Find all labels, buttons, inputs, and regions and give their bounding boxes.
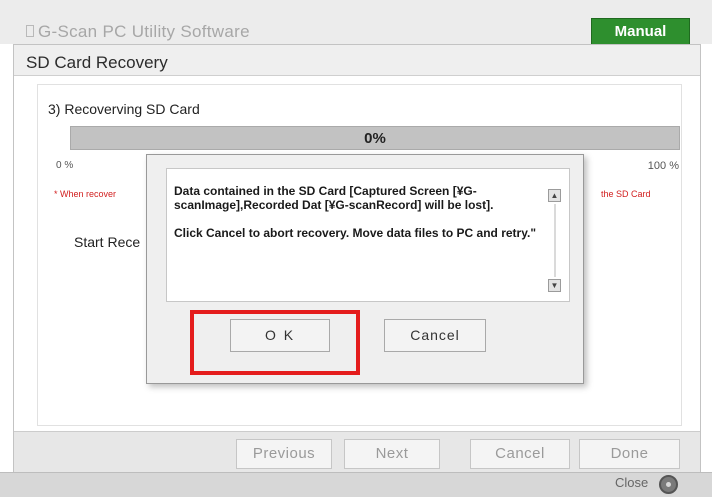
dialog-message: Data contained in the SD Card [Captured … (174, 184, 549, 254)
scroll-up-icon[interactable]: ▲ (548, 189, 561, 202)
window-header: SD Card Recovery (14, 45, 700, 76)
step-heading: 3) Recoverving SD Card (48, 101, 200, 117)
close-label[interactable]: Close (615, 475, 648, 490)
next-button[interactable]: Next (344, 439, 440, 469)
scrollbar-track[interactable] (554, 204, 556, 277)
close-icon[interactable] (659, 475, 678, 494)
scroll-down-icon[interactable]: ▼ (548, 279, 561, 292)
dialog-message-box: Data contained in the SD Card [Captured … (166, 168, 570, 302)
warning-text-end: the SD Card (601, 189, 651, 199)
manual-button[interactable]: Manual (591, 18, 690, 44)
footer-bar: Close (0, 472, 712, 497)
progress-max-label: 100 % (647, 160, 679, 172)
dialog-message-line-2: Click Cancel to abort recovery. Move dat… (174, 226, 537, 240)
progress-min-label: 0 % (56, 160, 74, 171)
start-recovery-label: Start Rece (74, 234, 141, 250)
progress-bar: 0% (70, 126, 680, 150)
highlight-annotation (190, 310, 360, 375)
dialog-message-line-1: Data contained in the SD Card [Captured … (174, 184, 494, 212)
dialog-cancel-button[interactable]: Cancel (384, 319, 486, 352)
wizard-button-bar: Previous Next Cancel Done (14, 431, 700, 473)
progress-text: 0% (364, 130, 386, 147)
app-titlebar: G-Scan PC Utility Software Manual (0, 0, 712, 44)
window-icon (26, 25, 34, 37)
previous-button[interactable]: Previous (236, 439, 332, 469)
done-button[interactable]: Done (579, 439, 680, 469)
cancel-button[interactable]: Cancel (470, 439, 570, 469)
app-title: G-Scan PC Utility Software (38, 22, 250, 41)
window-title: SD Card Recovery (26, 53, 168, 72)
warning-text: * When recover (54, 189, 117, 199)
